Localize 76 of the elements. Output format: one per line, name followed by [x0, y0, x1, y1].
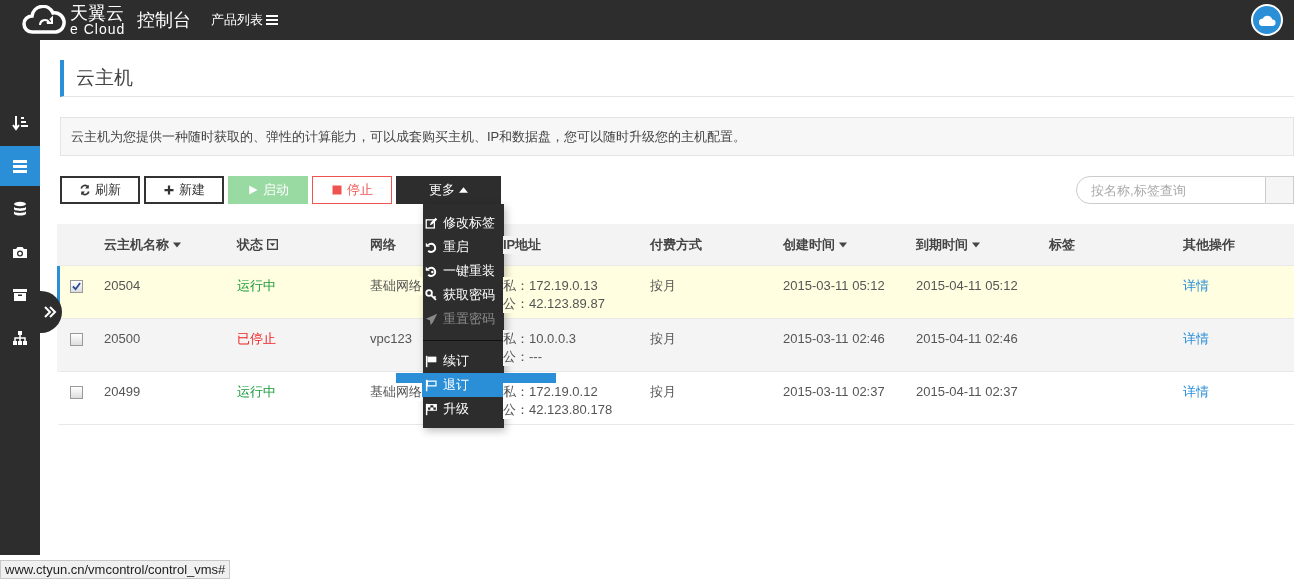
- checkmark-icon: [72, 282, 81, 291]
- caret-down-icon: [972, 241, 980, 248]
- menu-item[interactable]: 续订: [425, 351, 469, 371]
- billing-type: 按月: [650, 277, 676, 295]
- column-header: 其他操作: [1183, 235, 1235, 254]
- public-ip: 公：42.123.89.87: [503, 295, 605, 313]
- stop-icon: [331, 184, 343, 196]
- double-chevron-icon: [43, 305, 57, 319]
- rotate-icon: [425, 264, 438, 278]
- caret-down-icon: [839, 241, 847, 248]
- rotate-icon: [425, 240, 438, 254]
- public-ip: 公：42.123.80.178: [503, 401, 613, 419]
- billing-type: 按月: [650, 330, 676, 348]
- play-icon: [247, 184, 259, 196]
- menu-item[interactable]: 获取密码: [425, 285, 495, 305]
- refresh-icon: [79, 184, 91, 196]
- new-button[interactable]: 新建: [144, 176, 224, 204]
- network-name: 基础网络: [370, 383, 422, 401]
- menu-item[interactable]: 一键重装: [425, 261, 495, 281]
- row-checkbox[interactable]: [70, 386, 83, 399]
- expand-sidebar-button[interactable]: [38, 291, 62, 333]
- key-icon: [425, 288, 438, 302]
- status-text: 运行中: [237, 277, 276, 295]
- flag-icon: [425, 354, 438, 368]
- cloud-icon: [1258, 13, 1276, 27]
- billing-type: 按月: [650, 383, 676, 401]
- column-header: 网络: [370, 235, 396, 254]
- edit-icon: [425, 216, 438, 230]
- search-field[interactable]: 按名称,标签查询: [1076, 176, 1266, 204]
- private-ip: 私：172.19.0.12: [503, 383, 598, 401]
- cloud-logo-icon: [22, 5, 66, 35]
- menu-icon: [266, 15, 279, 25]
- page-title: 云主机: [60, 60, 1294, 97]
- public-ip: 公：---: [503, 348, 542, 366]
- caret-up-icon: [459, 187, 468, 193]
- column-header: 付费方式: [650, 235, 702, 254]
- column-header: 云主机名称: [104, 235, 169, 254]
- network-name: 基础网络: [370, 277, 422, 295]
- private-ip: 私：10.0.0.3: [503, 330, 576, 348]
- list-icon: [12, 158, 28, 174]
- products-menu-link[interactable]: 产品列表: [211, 11, 279, 29]
- private-ip: 私：172.19.0.13: [503, 277, 598, 295]
- column-header: 状态: [237, 235, 263, 254]
- status-text: 已停止: [237, 330, 276, 348]
- column-header: IP地址: [503, 235, 542, 254]
- status-text: 运行中: [237, 383, 276, 401]
- archive-icon: [12, 287, 28, 303]
- status-bar-url: www.ctyun.cn/vmcontrol/control_vms#: [0, 560, 231, 579]
- brand-subtitle: e Cloud: [70, 22, 126, 36]
- row-checkbox[interactable]: [70, 333, 83, 346]
- user-avatar[interactable]: [1251, 4, 1283, 36]
- row-checkbox[interactable]: [70, 280, 83, 293]
- menu-item[interactable]: 修改标签: [425, 213, 495, 233]
- sort-icon: [12, 115, 28, 131]
- more-button[interactable]: 更多: [396, 176, 501, 204]
- column-header: 到期时间: [916, 235, 968, 254]
- caret-down-icon: [173, 241, 181, 248]
- menu-item[interactable]: 重启: [425, 237, 469, 257]
- details-link[interactable]: 详情: [1183, 383, 1209, 401]
- column-header: 标签: [1049, 235, 1075, 254]
- plus-icon: [163, 184, 175, 196]
- flag-outline-icon: [425, 378, 438, 392]
- brand-name: 天翼云: [70, 4, 125, 22]
- stop-button[interactable]: 停止: [312, 176, 392, 204]
- column-header: 创建时间: [783, 235, 835, 254]
- details-link[interactable]: 详情: [1183, 277, 1209, 295]
- camera-icon: [12, 244, 28, 260]
- paper-plane-icon: [425, 312, 438, 326]
- checkered-flag-icon: [425, 402, 438, 416]
- database-icon: [12, 201, 28, 217]
- description-banner: 云主机为您提供一种随时获取的、弹性的计算能力，可以成套购买主机、IP和数据盘，您可以随时升级您的主机配置。: [60, 117, 1294, 156]
- menu-item[interactable]: 升级: [425, 399, 469, 419]
- sitemap-icon: [12, 330, 28, 346]
- console-title: 控制台: [137, 9, 192, 32]
- filter-icon: [267, 239, 278, 250]
- refresh-button[interactable]: 刷新: [60, 176, 140, 204]
